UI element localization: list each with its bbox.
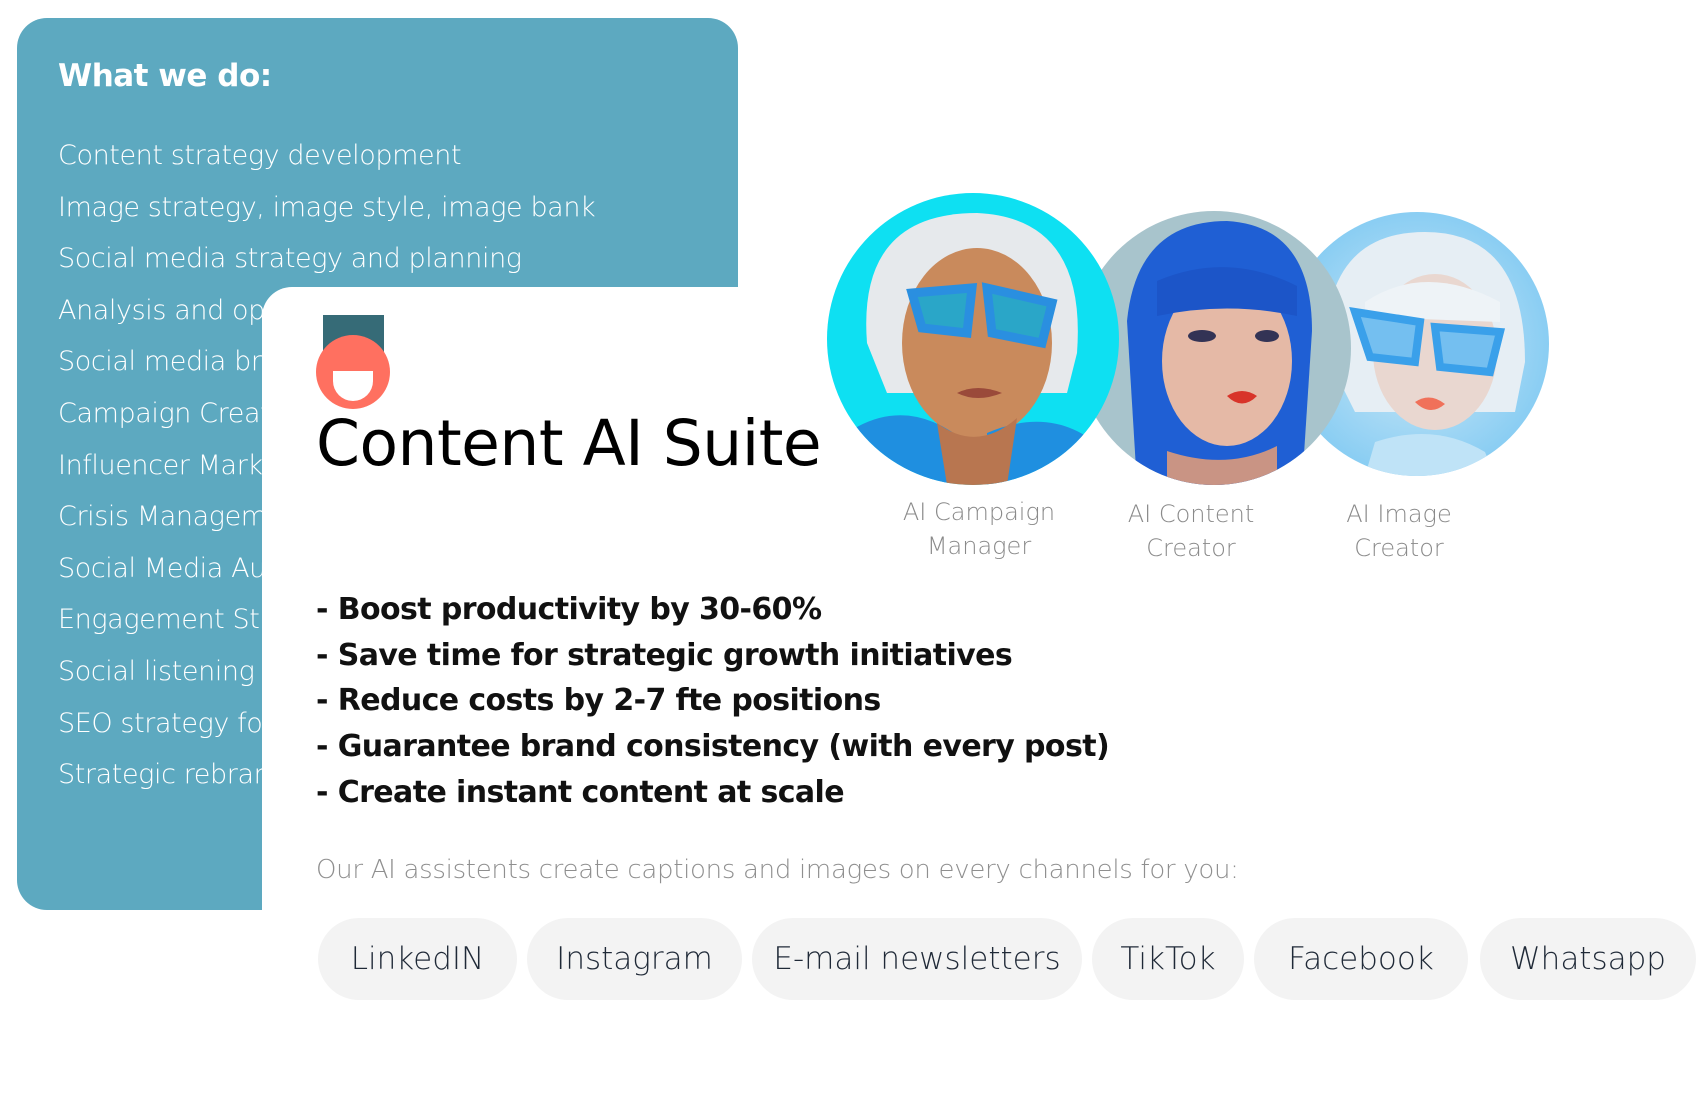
benefits-list: - Boost productivity by 30-60% - Save ti… xyxy=(316,590,1110,818)
channels-intro: Our AI assistents create captions and im… xyxy=(316,855,1239,885)
channel-linkedin[interactable]: LinkedIN xyxy=(318,918,517,1000)
channel-whatsapp[interactable]: Whatsapp xyxy=(1480,918,1696,1000)
benefit-item: - Save time for strategic growth initiat… xyxy=(316,637,1013,673)
label-line: AI Content xyxy=(1127,500,1255,528)
channel-email-newsletters[interactable]: E-mail newsletters xyxy=(752,918,1082,1000)
label-line: Manager xyxy=(926,532,1032,560)
label-line: Creator xyxy=(1146,534,1236,562)
ai-campaign-manager-avatar[interactable] xyxy=(827,193,1119,485)
ai-image-creator-label: AI Image Creator xyxy=(1299,497,1499,565)
service-item: Social media strategy and planning xyxy=(58,243,522,275)
service-item: Content strategy development xyxy=(58,140,462,171)
channel-tiktok[interactable]: TikTok xyxy=(1092,918,1244,1000)
ai-content-creator-label: AI Content Creator xyxy=(1091,497,1291,565)
benefit-item: - Reduce costs by 2-7 fte positions xyxy=(316,683,881,719)
channel-instagram[interactable]: Instagram xyxy=(527,918,742,1000)
label-line: Creator xyxy=(1354,534,1444,562)
logo-icon xyxy=(316,315,396,409)
services-heading: What we do: xyxy=(58,58,272,94)
benefit-item: - Boost productivity by 30-60% xyxy=(316,592,822,627)
label-line: AI Campaign xyxy=(902,498,1056,526)
product-card: Content AI Suite AI Campaign Manager AI … xyxy=(262,193,1696,1102)
ai-campaign-manager-label: AI Campaign Manager xyxy=(879,495,1079,563)
channel-facebook[interactable]: Facebook xyxy=(1254,918,1468,1000)
benefit-item: - Create instant content at scale xyxy=(316,774,845,810)
service-item: Image strategy, image style, image bank xyxy=(58,191,596,223)
product-title: Content AI Suite xyxy=(316,407,822,480)
benefit-item: - Guarantee brand consistency (with ever… xyxy=(316,729,1110,765)
label-line: AI Image xyxy=(1346,500,1452,528)
